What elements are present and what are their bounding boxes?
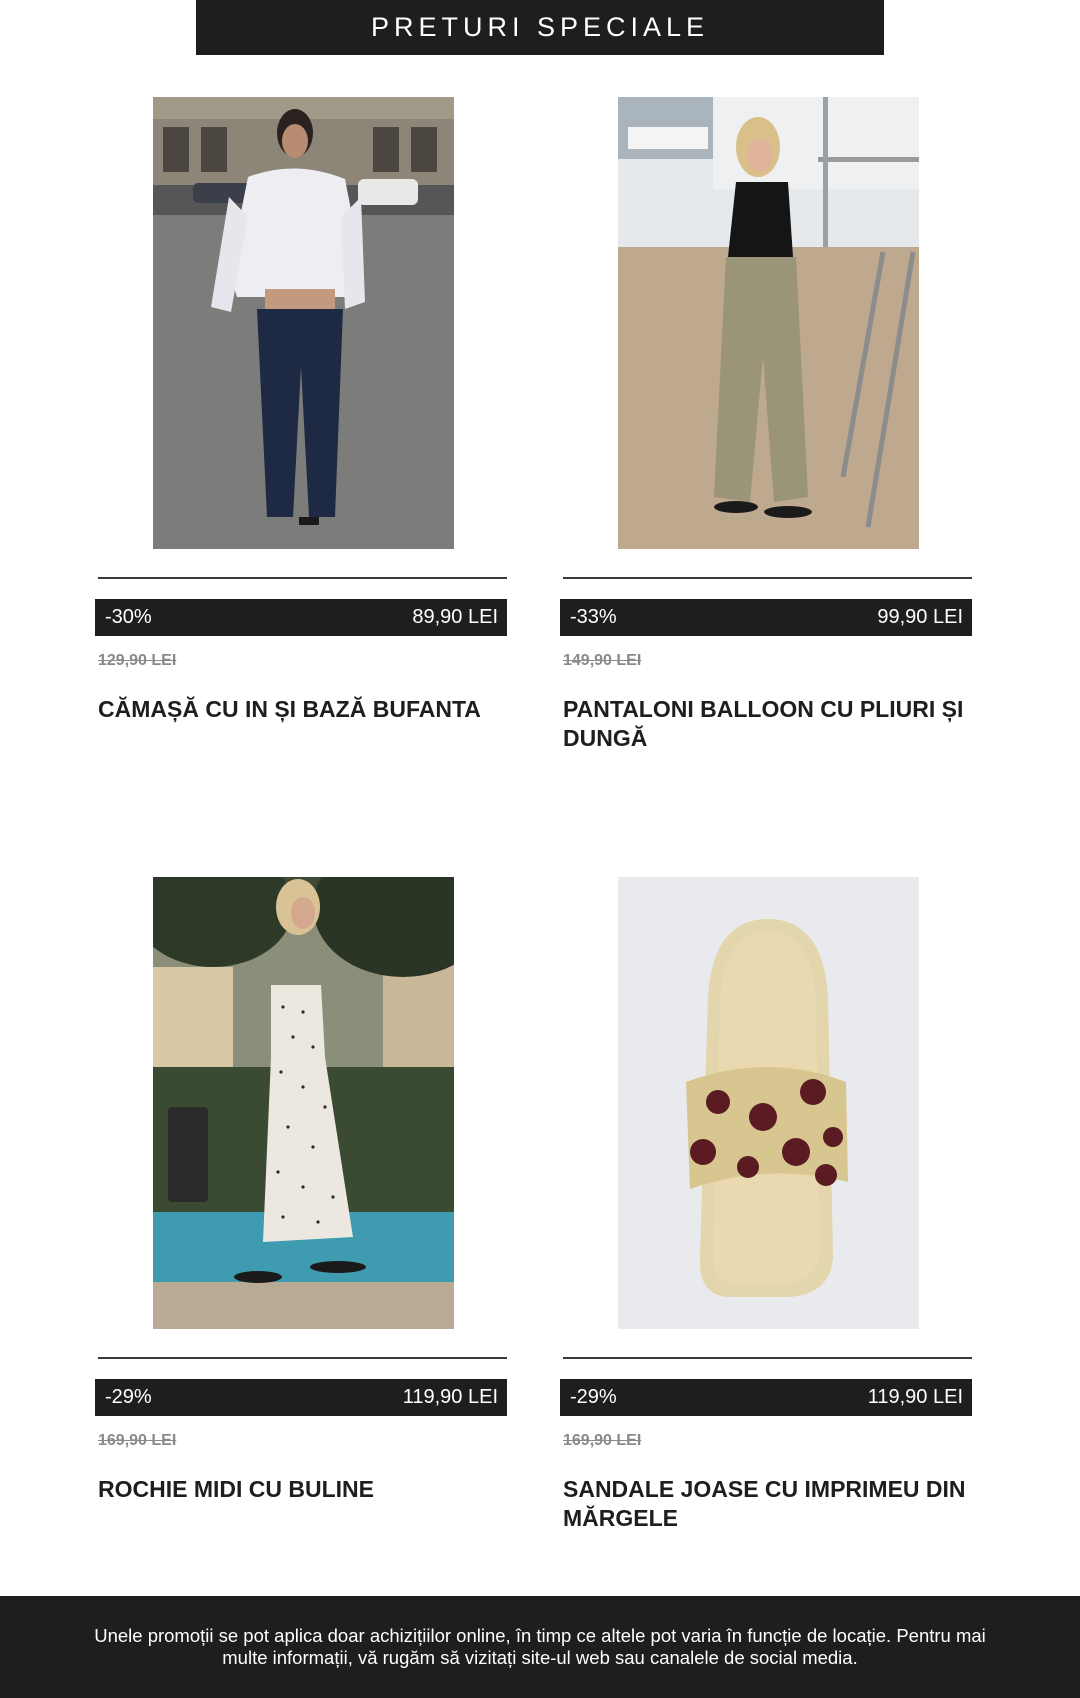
product-image-shirt[interactable] xyxy=(153,97,454,549)
divider xyxy=(563,1357,972,1359)
product-title-link[interactable]: PANTALONI BALLOON CU PLIURI ȘI DUNGĂ xyxy=(563,695,975,753)
sale-price: 119,90 LEI xyxy=(867,1386,963,1408)
discount-badge: -33% xyxy=(570,606,617,628)
product-card-trousers: -33% 99,90 LEI 149,90 LEI PANTALONI BALL… xyxy=(560,97,973,757)
special-prices-banner: PRETURI SPECIALE xyxy=(196,0,884,55)
sale-price: 99,90 LEI xyxy=(877,606,963,628)
discount-badge: -29% xyxy=(570,1386,617,1408)
product-title-link[interactable]: ROCHIE MIDI CU BULINE xyxy=(98,1475,510,1504)
disclaimer-text: Unele promoții se pot aplica doar achizi… xyxy=(94,1625,986,1668)
price-bar: -29% 119,90 LEI xyxy=(95,1379,507,1416)
footer-disclaimer: Unele promoții se pot aplica doar achizi… xyxy=(0,1596,1080,1698)
divider xyxy=(98,1357,507,1359)
original-price: 169,90 LEI xyxy=(563,1432,642,1449)
original-price: 149,90 LEI xyxy=(563,652,642,669)
sale-price: 89,90 LEI xyxy=(412,606,498,628)
product-card-dress: -29% 119,90 LEI 169,90 LEI ROCHIE MIDI C… xyxy=(95,877,508,1537)
price-bar: -33% 99,90 LEI xyxy=(560,599,972,636)
product-image-dress[interactable] xyxy=(153,877,454,1329)
product-image-trousers[interactable] xyxy=(618,97,919,549)
banner-title: PRETURI SPECIALE xyxy=(370,12,710,42)
product-image-sandals[interactable] xyxy=(618,877,919,1329)
discount-badge: -29% xyxy=(105,1386,152,1408)
product-title-link[interactable]: CĂMAȘĂ CU IN ȘI BAZĂ BUFANTA xyxy=(98,695,510,724)
product-title-link[interactable]: SANDALE JOASE CU IMPRIMEU DIN MĂRGELE xyxy=(563,1475,975,1533)
product-card-shirt: -30% 89,90 LEI 129,90 LEI CĂMAȘĂ CU IN Ș… xyxy=(95,97,508,757)
divider xyxy=(563,577,972,579)
product-card-sandals: -29% 119,90 LEI 169,90 LEI SANDALE JOASE… xyxy=(560,877,973,1537)
price-bar: -29% 119,90 LEI xyxy=(560,1379,972,1416)
original-price: 169,90 LEI xyxy=(98,1432,177,1449)
original-price: 129,90 LEI xyxy=(98,652,177,669)
sale-price: 119,90 LEI xyxy=(402,1386,498,1408)
discount-badge: -30% xyxy=(105,606,152,628)
price-bar: -30% 89,90 LEI xyxy=(95,599,507,636)
divider xyxy=(98,577,507,579)
